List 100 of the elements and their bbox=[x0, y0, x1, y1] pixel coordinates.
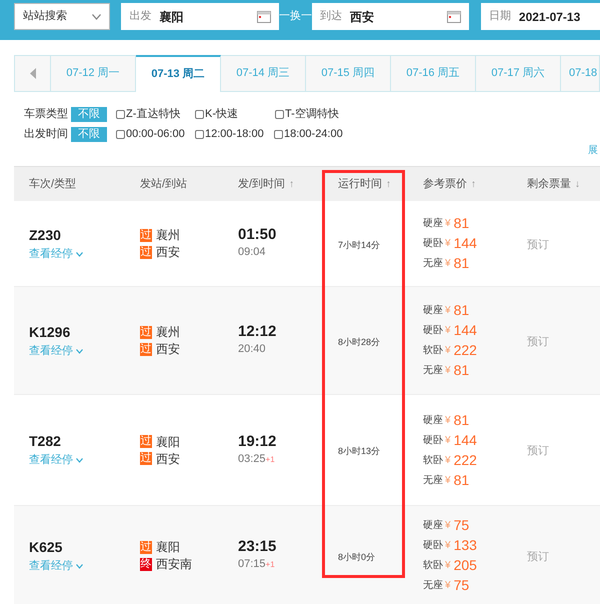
ticket-price: 75 bbox=[454, 576, 470, 595]
book-button[interactable]: 预订 bbox=[527, 445, 549, 457]
view-stops-link[interactable]: 查看经停 bbox=[29, 246, 125, 262]
swap-label[interactable]: 一换一 bbox=[279, 8, 312, 24]
station-name: 西安 bbox=[156, 244, 180, 261]
date-tab[interactable]: 07-15 周四 bbox=[306, 55, 391, 92]
date-tab[interactable]: 07-12 周一 bbox=[51, 55, 136, 92]
seat-type: 无座 bbox=[423, 578, 443, 593]
station-name: 西安南 bbox=[156, 556, 192, 573]
search-mode-select[interactable]: 站站搜索 bbox=[14, 3, 110, 30]
travel-duration: 7小时14分 bbox=[338, 240, 380, 250]
seat-type: 软卧 bbox=[423, 454, 443, 468]
sort-arrow[interactable]: ↓ bbox=[575, 176, 580, 192]
station-badge: 过 bbox=[140, 540, 152, 554]
seat-type: 硬座 bbox=[423, 304, 443, 318]
checkbox[interactable] bbox=[274, 130, 283, 139]
all-filter-button[interactable]: 不限 bbox=[71, 107, 107, 122]
date-tab[interactable]: 07-18 bbox=[561, 55, 600, 92]
chevron-down-icon bbox=[76, 252, 83, 256]
chevron-down-icon bbox=[92, 14, 102, 20]
sort-arrow[interactable]: ↑ bbox=[386, 176, 391, 192]
filter-checkbox[interactable]: 00:00-06:00 bbox=[116, 126, 195, 143]
seat-type: 硬卧 bbox=[423, 434, 443, 448]
currency-sign: ¥ bbox=[445, 304, 451, 318]
field-value: 襄阳 bbox=[159, 8, 184, 26]
book-button[interactable]: 预订 bbox=[527, 336, 549, 348]
train-number: T282 bbox=[29, 432, 62, 452]
departure-time: 23:15 bbox=[238, 538, 278, 556]
date-tab[interactable]: 07-13 周二 bbox=[136, 55, 221, 92]
field-value: 西安 bbox=[350, 8, 376, 26]
currency-sign: ¥ bbox=[445, 539, 451, 553]
checkbox[interactable] bbox=[116, 130, 125, 139]
ticket-price: 144 bbox=[454, 430, 477, 450]
next-day-mark: +1 bbox=[266, 559, 275, 572]
currency-sign: ¥ bbox=[445, 474, 451, 488]
arrival-field[interactable]: 到达 西安 bbox=[312, 3, 469, 30]
station-name: 西安 bbox=[156, 341, 180, 358]
date-tab[interactable]: 07-16 周五 bbox=[391, 55, 476, 92]
ticket-price: 144 bbox=[454, 234, 477, 253]
date-tab[interactable]: 07-17 周六 bbox=[476, 55, 561, 92]
seat-type: 软卧 bbox=[423, 344, 443, 358]
seat-type: 硬卧 bbox=[423, 237, 443, 251]
date-field[interactable]: 日期 2021-07-13 bbox=[480, 3, 600, 30]
station-badge: 过 bbox=[140, 326, 152, 338]
all-filter-button[interactable]: 不限 bbox=[71, 127, 107, 142]
seat-type: 硬座 bbox=[423, 414, 443, 428]
view-stops-link[interactable]: 查看经停 bbox=[29, 558, 125, 574]
ticket-price: 222 bbox=[454, 341, 477, 360]
seat-type: 无座 bbox=[423, 474, 443, 488]
seat-type: 无座 bbox=[423, 364, 443, 378]
view-stops-link[interactable]: 查看经停 bbox=[29, 452, 125, 469]
train-number: K625 bbox=[29, 538, 64, 557]
arrival-time: 09:04 bbox=[238, 245, 266, 260]
currency-sign: ¥ bbox=[445, 217, 451, 231]
filter-checkbox[interactable]: 12:00-18:00 bbox=[195, 126, 274, 143]
next-day-mark: +1 bbox=[266, 454, 275, 466]
ticket-price: 81 bbox=[454, 214, 470, 233]
departure-field[interactable]: 出发 襄阳 bbox=[121, 3, 280, 30]
filter-label: 车票类型 bbox=[24, 107, 69, 122]
book-button[interactable]: 预订 bbox=[527, 550, 549, 562]
column-header[interactable]: 参考票价 bbox=[423, 176, 467, 192]
filter-checkbox[interactable]: 18:00-24:00 bbox=[274, 126, 353, 143]
currency-sign: ¥ bbox=[445, 364, 451, 378]
station-badge: 过 bbox=[140, 246, 152, 258]
checkbox[interactable] bbox=[275, 110, 284, 119]
view-stops-link[interactable]: 查看经停 bbox=[29, 342, 125, 360]
filter-checkbox[interactable]: T-空调特快 bbox=[275, 106, 354, 123]
chevron-down-icon bbox=[76, 348, 83, 354]
column-header[interactable]: 运行时间 bbox=[338, 176, 382, 192]
station-badge: 过 bbox=[140, 452, 152, 465]
checkbox[interactable] bbox=[116, 110, 125, 119]
seat-type: 无座 bbox=[423, 256, 443, 271]
ticket-price: 144 bbox=[454, 321, 477, 340]
ticket-price: 222 bbox=[454, 450, 477, 470]
expand-link[interactable]: 展 bbox=[588, 143, 598, 157]
date-tab[interactable]: 07-14 周三 bbox=[221, 55, 306, 92]
field-label: 到达 bbox=[320, 9, 342, 24]
sort-arrow[interactable]: ↑ bbox=[289, 176, 294, 192]
seat-type: 硬卧 bbox=[423, 539, 443, 553]
travel-duration: 8小时28分 bbox=[338, 336, 380, 346]
filter-checkbox[interactable]: K-快速 bbox=[195, 106, 275, 123]
arrival-time: 03:25 bbox=[238, 452, 266, 467]
calendar-icon[interactable] bbox=[257, 10, 272, 22]
checkbox[interactable] bbox=[195, 130, 204, 139]
departure-time: 12:12 bbox=[238, 323, 278, 342]
calendar-icon[interactable] bbox=[446, 10, 461, 22]
filter-checkbox[interactable]: Z-直达特快 bbox=[116, 106, 195, 123]
travel-duration: 8小时13分 bbox=[338, 446, 380, 456]
book-button[interactable]: 预订 bbox=[527, 238, 549, 250]
field-label: 出发 bbox=[129, 9, 152, 24]
station-name: 西安 bbox=[156, 450, 180, 468]
column-header[interactable]: 剩余票量 bbox=[527, 176, 571, 192]
arrival-time: 20:40 bbox=[238, 342, 266, 358]
checkbox[interactable] bbox=[195, 110, 204, 119]
sort-arrow[interactable]: ↑ bbox=[471, 176, 476, 192]
filter-label: 出发时间 bbox=[24, 127, 69, 142]
currency-sign: ¥ bbox=[445, 414, 451, 428]
chevron-down-icon bbox=[76, 564, 83, 568]
currency-sign: ¥ bbox=[445, 257, 451, 271]
column-header[interactable]: 发/到时间 bbox=[238, 176, 286, 192]
